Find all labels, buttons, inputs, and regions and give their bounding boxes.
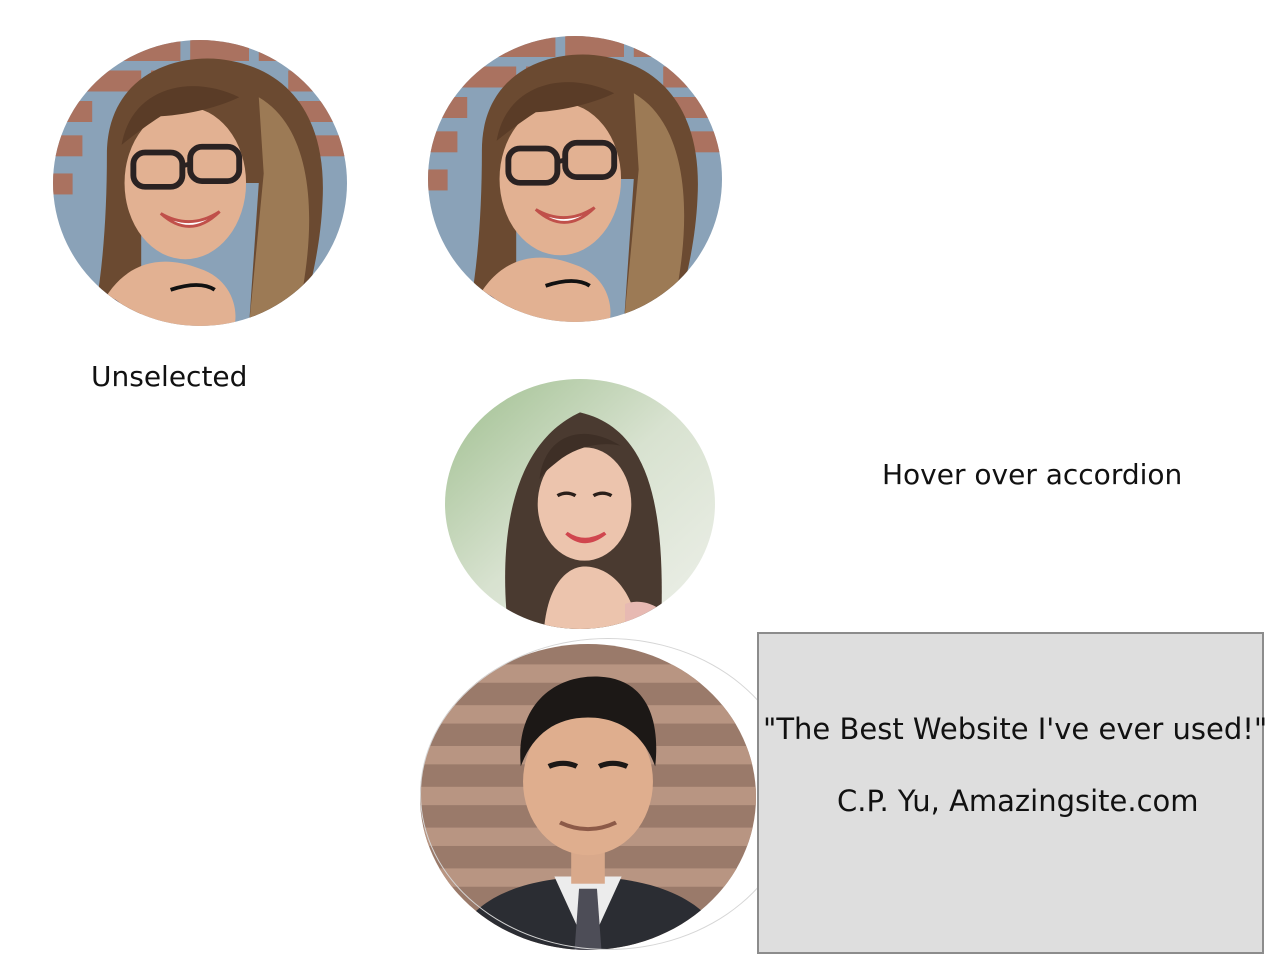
- testimonial-panel: "The Best Website I've ever used!" C.P. …: [757, 632, 1268, 954]
- testimonial-author: C.P. Yu, Amazingsite.com: [837, 784, 1199, 818]
- avatar-woman-glasses[interactable]: [53, 40, 347, 326]
- avatar-woman-glasses-hover[interactable]: [428, 36, 722, 322]
- photo-woman-long-hair: [445, 379, 715, 629]
- avatar-man-suit[interactable]: [420, 644, 756, 950]
- caption-unselected: Unselected: [91, 360, 248, 393]
- testimonial-quote: "The Best Website I've ever used!": [763, 712, 1268, 746]
- photo-woman-glasses: [428, 36, 722, 322]
- photo-man-suit: [420, 644, 756, 950]
- photo-woman-glasses: [53, 40, 347, 326]
- caption-hover-over-accordion: Hover over accordion: [882, 458, 1183, 491]
- avatar-woman-long-hair[interactable]: [445, 379, 715, 629]
